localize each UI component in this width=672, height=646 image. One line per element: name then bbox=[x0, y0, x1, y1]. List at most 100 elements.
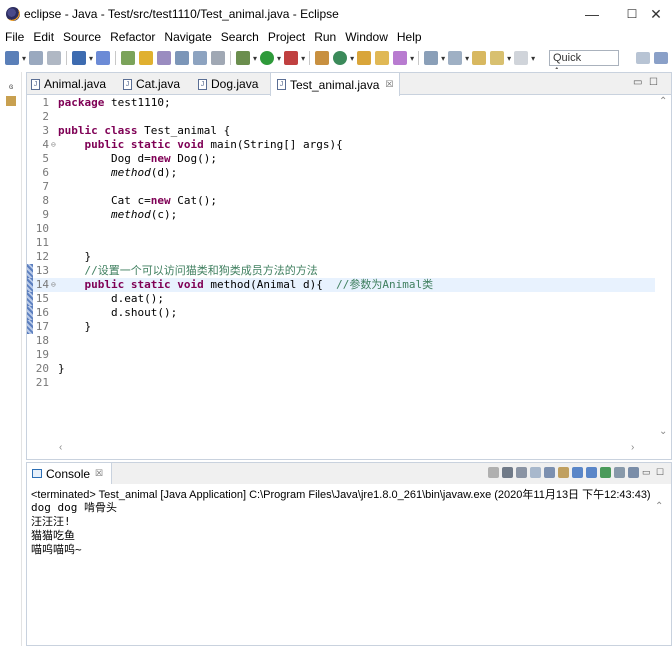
save-all-icon[interactable] bbox=[47, 51, 62, 65]
menu-navigate[interactable]: Navigate bbox=[159, 30, 215, 44]
minimize-pane-icon[interactable]: ▭ bbox=[642, 467, 653, 478]
search-icon[interactable] bbox=[393, 51, 408, 65]
show-stdout-icon[interactable] bbox=[572, 467, 583, 478]
close-icon[interactable]: ☒ bbox=[385, 79, 393, 90]
menu-project[interactable]: Project bbox=[263, 30, 309, 44]
remove-all-icon[interactable] bbox=[516, 467, 527, 478]
save-icon[interactable] bbox=[29, 51, 44, 65]
code-line[interactable]: 2 bbox=[27, 110, 655, 124]
quick-access-input[interactable]: Quick Access bbox=[549, 50, 619, 69]
chevron-down-icon[interactable]: ▾ bbox=[465, 54, 469, 63]
chevron-down-icon[interactable]: ▾ bbox=[350, 54, 354, 63]
chevron-down-icon[interactable]: ▾ bbox=[89, 54, 93, 63]
chevron-down-icon[interactable]: ▾ bbox=[410, 54, 414, 63]
open-console-icon[interactable] bbox=[628, 467, 639, 478]
chevron-down-icon[interactable]: ▾ bbox=[22, 54, 26, 63]
new-java-project-icon[interactable] bbox=[315, 51, 330, 65]
debug-icon[interactable] bbox=[236, 51, 251, 65]
restore-icon[interactable]: ɞ bbox=[6, 82, 16, 92]
maximize-pane-icon[interactable]: ☐ bbox=[649, 77, 658, 88]
forward-icon[interactable] bbox=[514, 51, 529, 65]
mark-occurrences-icon[interactable] bbox=[157, 51, 172, 65]
skip-breakpoints-icon[interactable] bbox=[96, 51, 111, 65]
code-line[interactable]: 19 bbox=[27, 348, 655, 362]
chevron-down-icon[interactable]: ▾ bbox=[507, 54, 511, 63]
terminal-icon[interactable] bbox=[72, 51, 87, 65]
code-line[interactable]: 10 bbox=[27, 222, 655, 236]
word-wrap-icon[interactable] bbox=[558, 467, 569, 478]
chevron-down-icon[interactable]: ▾ bbox=[253, 54, 257, 63]
show-stderr-icon[interactable] bbox=[586, 467, 597, 478]
brush-icon[interactable] bbox=[139, 51, 154, 65]
code-line[interactable]: 14 ⊖ public static void method(Animal d){… bbox=[27, 278, 655, 292]
menu-refactor[interactable]: Refactor bbox=[105, 30, 159, 44]
code-line[interactable]: 11 bbox=[27, 236, 655, 250]
external-tools-icon[interactable] bbox=[284, 51, 299, 65]
tab-dog-java[interactable]: J Dog.java bbox=[198, 73, 258, 95]
tab-test-animal-java[interactable]: J Test_animal.java ☒ bbox=[270, 73, 401, 96]
editor-horizontal-scrollbar[interactable]: ‹ › bbox=[27, 441, 655, 457]
open-task-icon[interactable] bbox=[375, 51, 390, 65]
menu-run[interactable]: Run bbox=[309, 30, 340, 44]
code-line[interactable]: 16 d.shout(); bbox=[27, 306, 655, 320]
menu-window[interactable]: Window bbox=[340, 30, 392, 44]
code-line[interactable]: 18 bbox=[27, 334, 655, 348]
minimize-pane-icon[interactable]: ▭ bbox=[633, 77, 642, 88]
run-icon[interactable] bbox=[260, 51, 275, 65]
fold-toggle-icon[interactable]: ⊖ bbox=[51, 138, 56, 152]
clear-console-icon[interactable] bbox=[530, 467, 541, 478]
pin-console-icon[interactable] bbox=[600, 467, 611, 478]
close-button[interactable]: ✕ bbox=[640, 0, 672, 28]
back-icon[interactable] bbox=[490, 51, 505, 65]
scroll-up-icon[interactable]: ⌃ bbox=[655, 501, 663, 512]
menu-edit[interactable]: Edit bbox=[28, 30, 58, 44]
code-line[interactable]: 5 Dog d=new Dog(); bbox=[27, 152, 655, 166]
open-perspective-icon[interactable] bbox=[636, 52, 650, 64]
scroll-left-icon[interactable]: ‹ bbox=[59, 442, 62, 453]
new-icon[interactable] bbox=[5, 51, 19, 65]
code-editor[interactable]: 1 package test1110; 2 3 public class Test_an… bbox=[27, 96, 655, 441]
maximize-pane-icon[interactable]: ☐ bbox=[656, 467, 667, 478]
scroll-up-icon[interactable]: ⌃ bbox=[659, 96, 667, 107]
tab-console[interactable]: Console ☒ bbox=[27, 463, 113, 484]
code-line[interactable]: 4 ⊖ public static void main(String[] args… bbox=[27, 138, 655, 152]
chevron-down-icon[interactable]: ▾ bbox=[531, 54, 535, 63]
code-line[interactable]: 6 method(d); bbox=[27, 166, 655, 180]
tab-cat-java[interactable]: J Cat.java bbox=[123, 73, 180, 95]
pin-icon[interactable] bbox=[121, 51, 136, 65]
editor-vertical-scrollbar[interactable]: ⌃ ⌄ bbox=[655, 96, 671, 441]
menu-source[interactable]: Source bbox=[58, 30, 105, 44]
whitespace-icon[interactable] bbox=[193, 51, 208, 65]
next-annotation-icon[interactable] bbox=[424, 51, 439, 65]
code-line[interactable]: 15 d.eat(); bbox=[27, 292, 655, 306]
menu-help[interactable]: Help bbox=[392, 30, 426, 44]
chevron-down-icon[interactable]: ▾ bbox=[301, 54, 305, 63]
code-line[interactable]: 13 //设置一个可以访问猫类和狗类成员方法的方法 bbox=[27, 264, 655, 278]
code-line[interactable]: 3 public class Test_animal { bbox=[27, 124, 655, 138]
scroll-lock-icon[interactable] bbox=[544, 467, 555, 478]
code-line[interactable]: 17 } bbox=[27, 320, 655, 334]
block-selection-icon[interactable] bbox=[175, 51, 190, 65]
code-line[interactable]: 12 } bbox=[27, 250, 655, 264]
display-console-icon[interactable] bbox=[614, 467, 625, 478]
code-line[interactable]: 8 Cat c=new Cat(); bbox=[27, 194, 655, 208]
code-line[interactable]: 21 bbox=[27, 376, 655, 390]
open-type-icon[interactable] bbox=[357, 51, 372, 65]
terminate-icon[interactable] bbox=[488, 467, 499, 478]
show-source-icon[interactable] bbox=[211, 51, 226, 65]
package-explorer-icon[interactable] bbox=[6, 96, 16, 106]
last-edit-icon[interactable] bbox=[472, 51, 487, 65]
remove-launch-icon[interactable] bbox=[502, 467, 513, 478]
scroll-right-icon[interactable]: › bbox=[631, 442, 634, 453]
close-icon[interactable]: ☒ bbox=[95, 468, 103, 479]
chevron-down-icon[interactable]: ▾ bbox=[277, 54, 281, 63]
code-line[interactable]: 7 bbox=[27, 180, 655, 194]
new-package-icon[interactable] bbox=[333, 51, 348, 65]
code-line[interactable]: 20} bbox=[27, 362, 655, 376]
scroll-down-icon[interactable]: ⌄ bbox=[659, 426, 667, 437]
minimize-button[interactable]: — bbox=[572, 0, 612, 28]
menu-search[interactable]: Search bbox=[216, 30, 263, 44]
menu-file[interactable]: File bbox=[0, 30, 28, 44]
prev-annotation-icon[interactable] bbox=[448, 51, 463, 65]
tab-animal-java[interactable]: J Animal.java bbox=[31, 73, 106, 95]
